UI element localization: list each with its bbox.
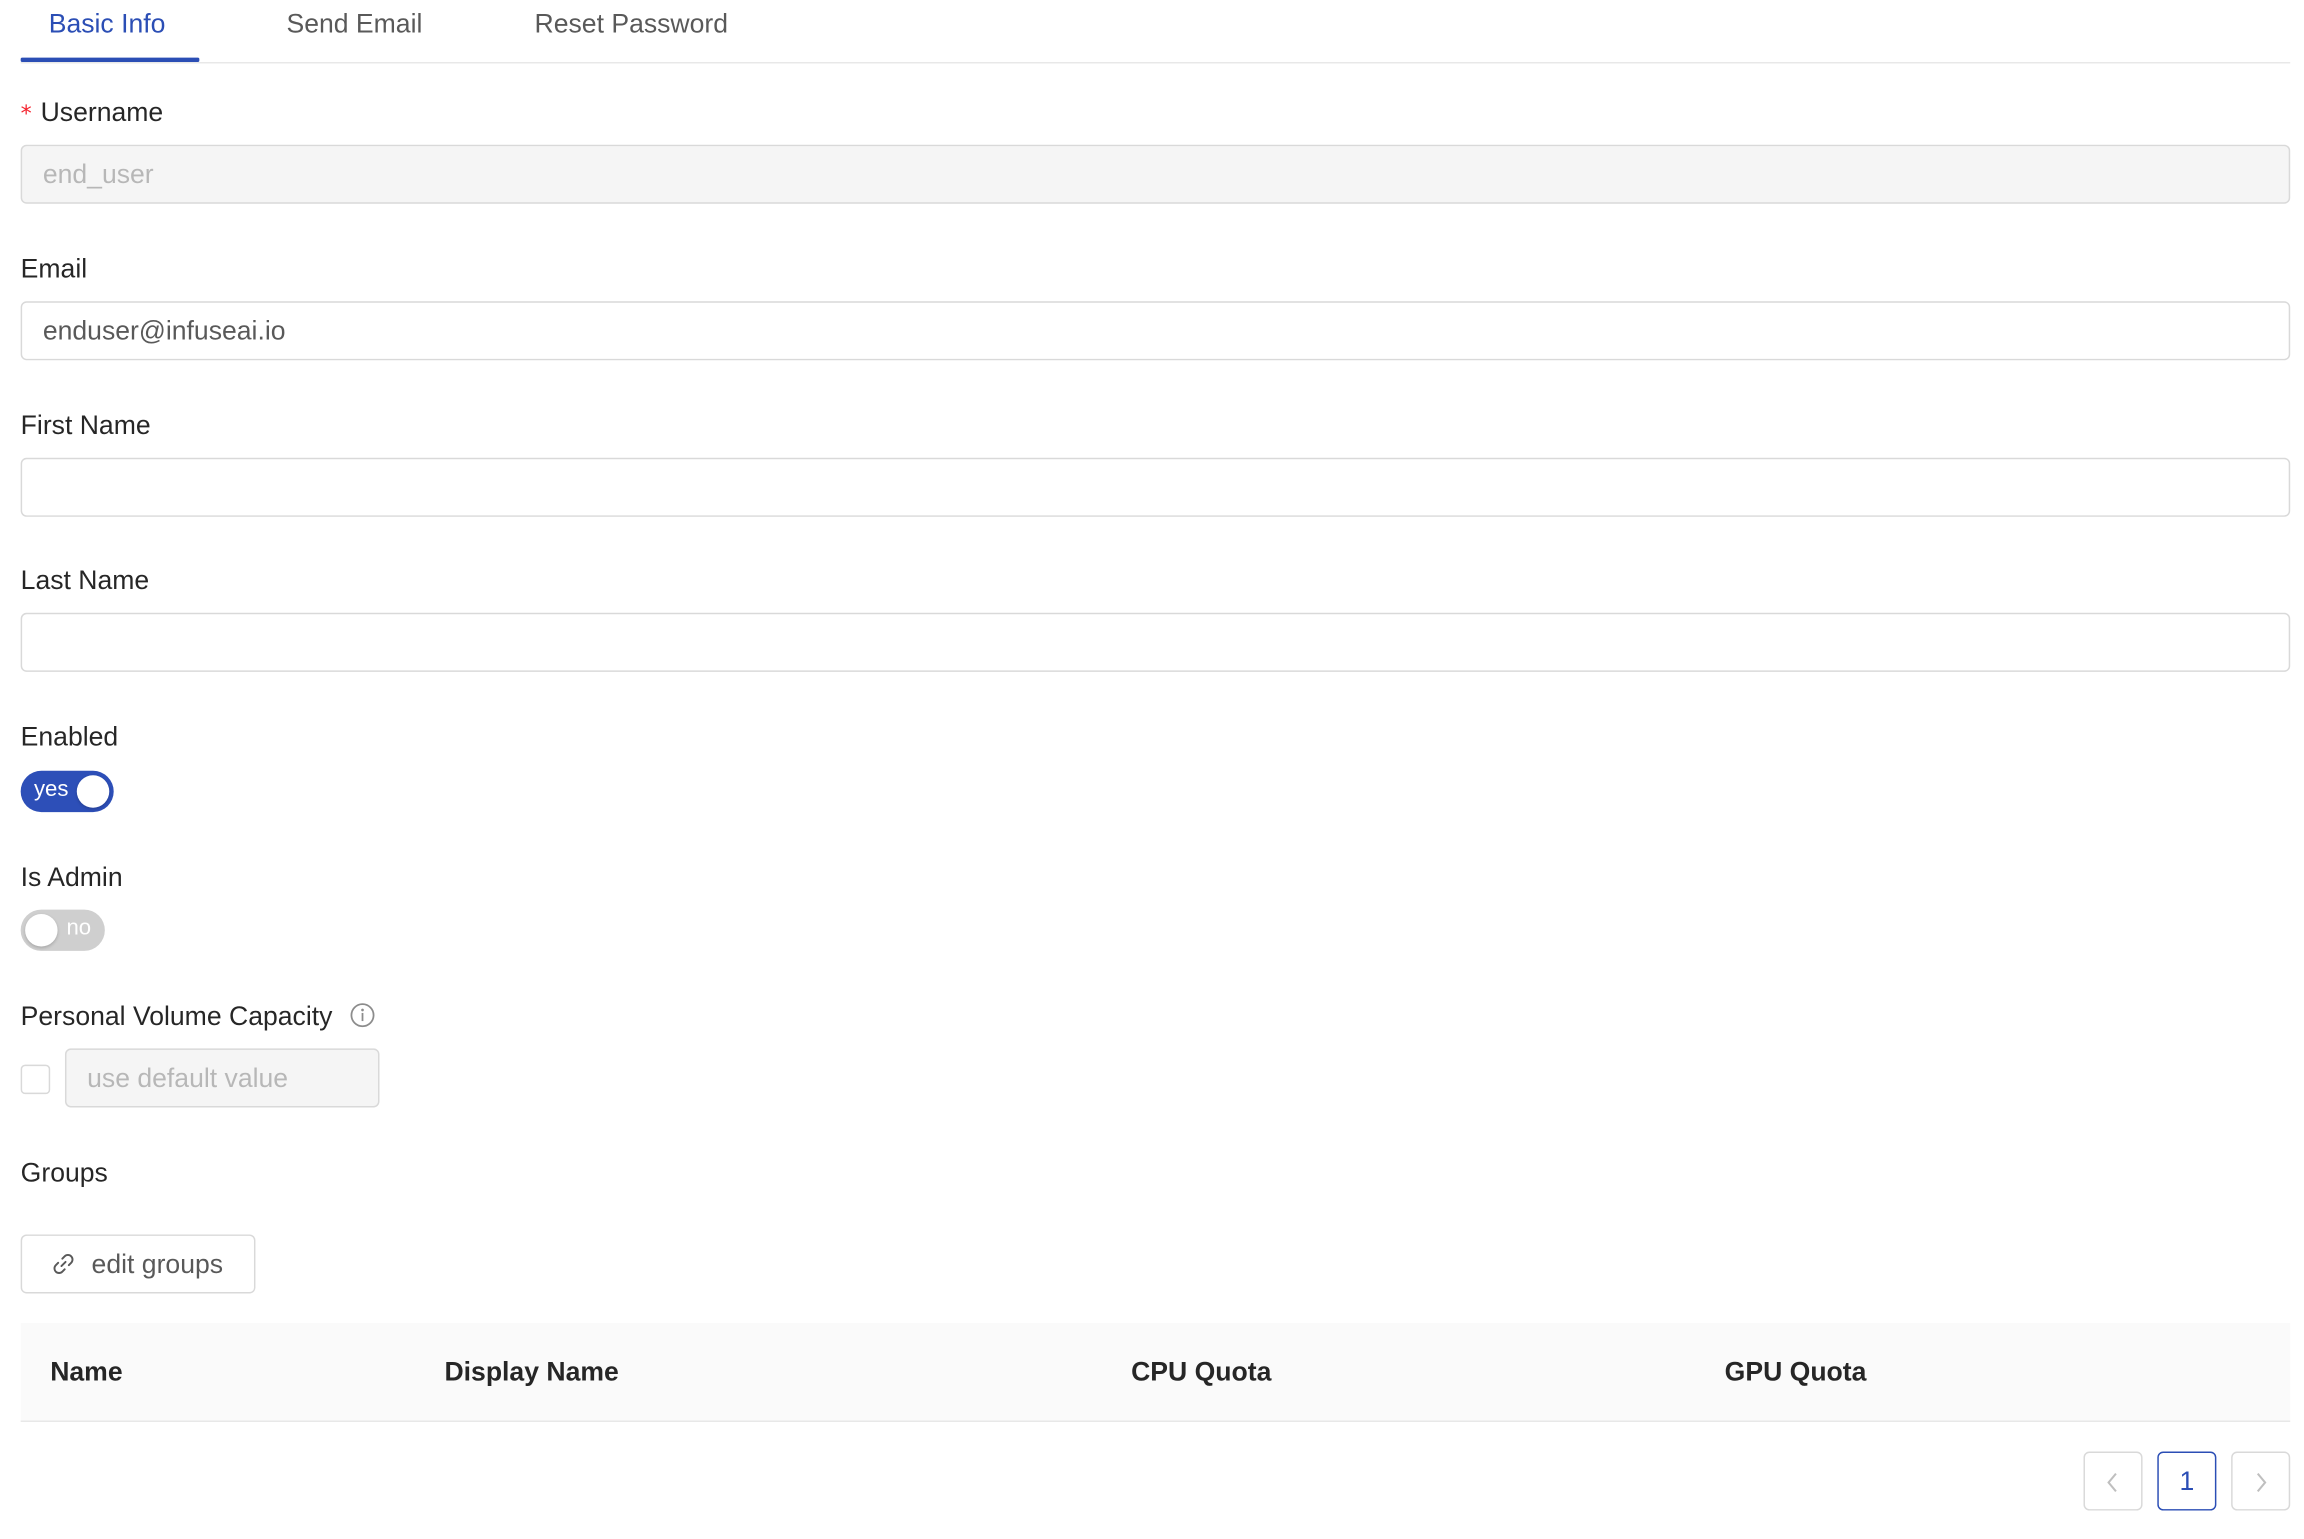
groups-table-header: Name Display Name CPU Quota GPU Quota [20,1323,2291,1422]
email-field[interactable]: enduser@infuseai.io [20,301,2291,361]
groups-label: Groups [20,1157,108,1188]
info-circle-icon[interactable] [350,1003,375,1028]
pagination-next-button[interactable] [2231,1451,2291,1511]
active-tab-indicator [20,57,200,63]
link-icon [53,1254,74,1274]
enabled-label: Enabled [20,722,119,752]
username-label: * Username [20,97,164,127]
column-header-name[interactable]: Name [50,1357,122,1388]
enabled-switch-text: yes [33,776,69,802]
tab-basic-info[interactable]: Basic Info [49,9,166,40]
username-input[interactable]: end_user [20,144,2291,204]
is-admin-switch[interactable]: no [20,909,105,951]
last-name-label: Last Name [20,565,150,596]
user-edit-form: Basic Info Send Email Reset Password * Us… [0,0,2303,1539]
is-admin-label: Is Admin [20,862,123,892]
edit-groups-label: edit groups [91,1249,224,1279]
edit-groups-button[interactable]: edit groups [20,1234,256,1294]
tab-send-email[interactable]: Send Email [286,9,422,40]
switch-knob [76,775,110,808]
email-label: Email [20,253,88,284]
personal-volume-input[interactable]: use default value [64,1048,380,1108]
first-name-input[interactable] [20,457,2291,517]
personal-volume-label: Personal Volume Capacity [20,1001,333,1031]
pagination-page-1[interactable]: 1 [2157,1451,2217,1511]
column-header-display-name[interactable]: Display Name [444,1357,618,1388]
enabled-switch[interactable]: yes [20,770,114,813]
switch-knob [25,914,58,947]
chevron-left-icon [2107,1472,2117,1493]
use-default-checkbox[interactable] [20,1064,51,1095]
last-name-input[interactable] [20,612,2291,672]
required-mark: * [20,100,32,127]
first-name-label: First Name [20,410,151,441]
tab-bar: Basic Info Send Email Reset Password [20,0,2291,64]
column-header-gpu-quota[interactable]: GPU Quota [1725,1357,1867,1388]
pagination-prev-button[interactable] [2083,1451,2143,1511]
chevron-right-icon [2256,1472,2267,1493]
tab-reset-password[interactable]: Reset Password [535,9,729,40]
is-admin-switch-text: no [66,915,92,941]
column-header-cpu-quota[interactable]: CPU Quota [1131,1357,1271,1388]
